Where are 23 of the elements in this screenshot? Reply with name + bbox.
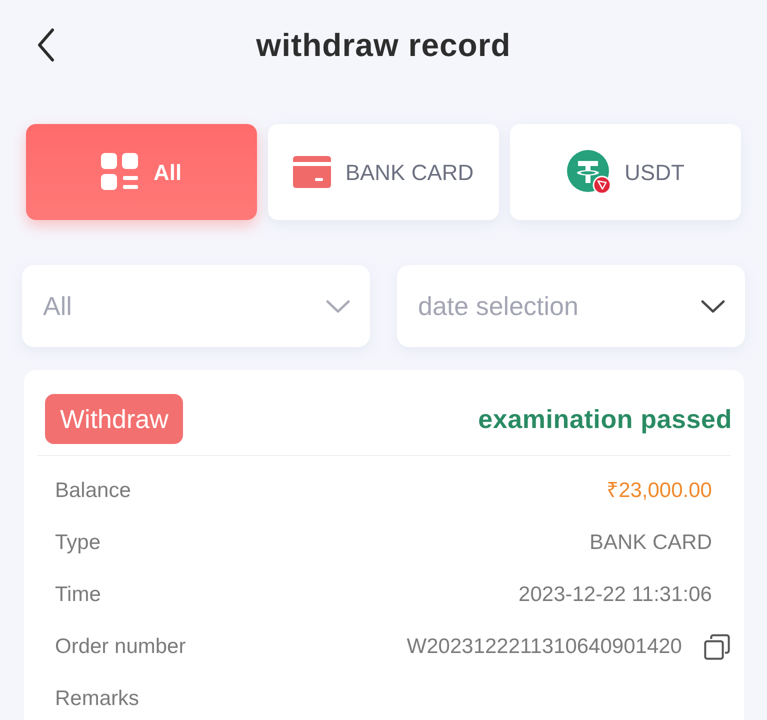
field-value: W2023122211310640901420 xyxy=(406,634,682,660)
filter-tab[interactable]: USDT xyxy=(510,124,741,220)
page-title: withdraw record xyxy=(256,26,511,65)
field-label: Type xyxy=(55,530,101,556)
field-value: BANK CARD xyxy=(589,530,712,556)
chevron-down-icon xyxy=(326,300,350,313)
filter-tab[interactable]: All xyxy=(26,124,257,220)
back-icon xyxy=(37,28,55,62)
filter-tab[interactable]: BANK CARD xyxy=(268,124,499,220)
field-label: Order number xyxy=(55,634,186,660)
type-badge: Withdraw xyxy=(45,394,184,444)
field-label: Remarks xyxy=(55,686,140,712)
status-text: examination passed xyxy=(478,402,732,436)
field-value: ₹23,000.00 xyxy=(606,478,712,504)
field-value: 2023-12-22 11:31:06 xyxy=(518,582,712,608)
field-label: Balance xyxy=(55,478,131,504)
chevron-down-icon xyxy=(701,300,725,313)
card-icon xyxy=(293,156,332,188)
grid-icon xyxy=(101,153,140,191)
coin-logo-icon xyxy=(566,150,611,194)
copy-icon[interactable] xyxy=(704,634,730,660)
dropdown-field[interactable]: date selection xyxy=(397,265,745,347)
field-label: Time xyxy=(55,582,101,608)
